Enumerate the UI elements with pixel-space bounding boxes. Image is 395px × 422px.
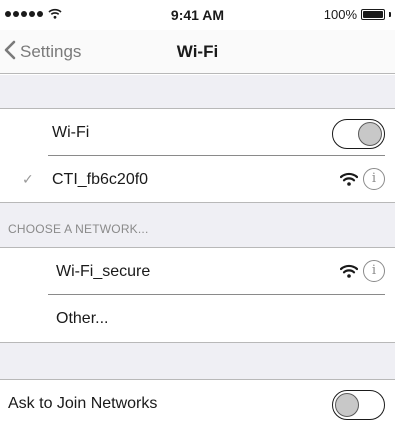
- ask-to-join-toggle[interactable]: [332, 390, 385, 420]
- battery-tip: [389, 12, 391, 17]
- other-network-label: Other...: [56, 310, 109, 327]
- other-network-row[interactable]: Other...: [0, 296, 395, 342]
- network-name: Wi-Fi_secure: [56, 263, 151, 280]
- info-icon[interactable]: i: [363, 168, 385, 190]
- ask-to-join-label: Ask to Join Networks: [8, 395, 158, 412]
- toggle-knob: [358, 122, 382, 146]
- wifi-toggle-switch[interactable]: [332, 119, 385, 149]
- group-spacer: [0, 75, 395, 109]
- battery-icon: [361, 9, 385, 20]
- row-separator: [48, 155, 385, 156]
- wifi-toggle-row: Wi-Fi: [0, 110, 395, 156]
- wifi-signal-icon: [339, 172, 359, 191]
- status-bar: 9:41 AM 100%: [0, 0, 395, 30]
- section-header-label: CHOOSE A NETWORK...: [8, 222, 149, 236]
- connected-network-row[interactable]: ✓ CTI_fb6c20f0 i: [0, 157, 395, 203]
- section-header: CHOOSE A NETWORK...: [0, 202, 395, 248]
- battery-status: 100%: [324, 7, 391, 22]
- battery-percent: 100%: [323, 7, 357, 22]
- info-icon[interactable]: i: [363, 260, 385, 282]
- navigation-bar: Settings Wi-Fi: [0, 30, 395, 74]
- toggle-knob: [335, 393, 359, 417]
- page-title: Wi-Fi: [176, 42, 219, 61]
- ask-to-join-row: Ask to Join Networks: [0, 381, 395, 422]
- battery-fill: [363, 11, 383, 18]
- checkmark-icon: ✓: [22, 171, 34, 187]
- group-spacer: [0, 342, 395, 380]
- connected-network-name: CTI_fb6c20f0: [52, 171, 149, 188]
- wifi-toggle-label: Wi-Fi: [52, 124, 90, 141]
- row-separator: [48, 294, 385, 295]
- network-row[interactable]: Wi-Fi_secure i: [0, 249, 395, 295]
- wifi-signal-icon: [339, 264, 359, 283]
